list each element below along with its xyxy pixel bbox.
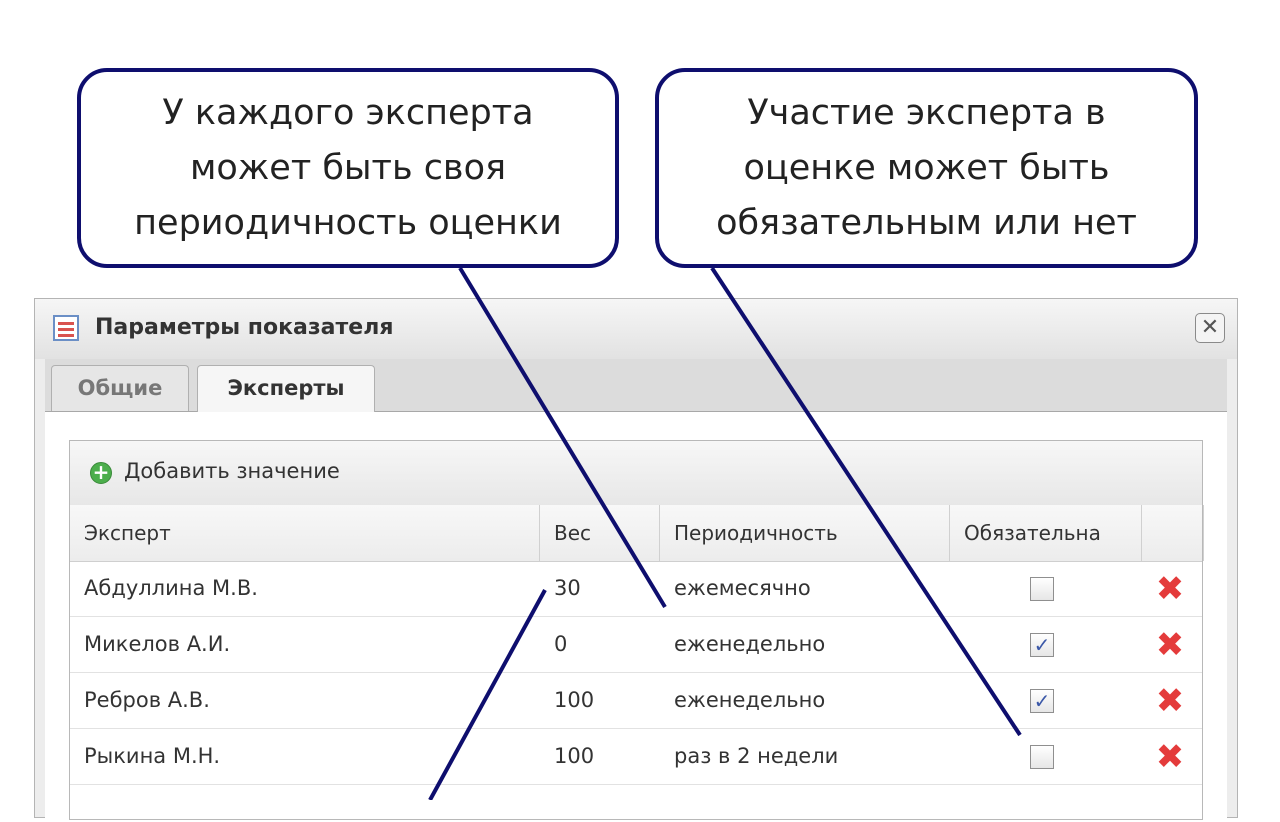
pointer-weight	[428, 589, 547, 800]
pointer-required	[710, 266, 1022, 737]
pointer-periodicity	[458, 266, 667, 609]
callout-pointer-lines	[428, 266, 1022, 800]
